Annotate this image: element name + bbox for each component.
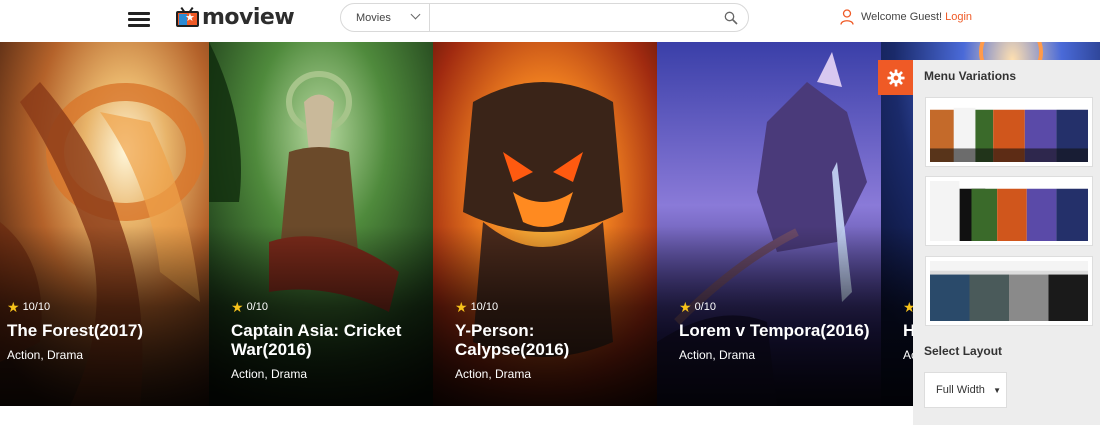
star-icon: ★ — [455, 299, 468, 315]
star-icon: ★ — [231, 299, 244, 315]
welcome-text: Welcome Guest! — [861, 11, 943, 23]
movie-genres: Action, Drama — [7, 348, 84, 362]
search-input[interactable] — [432, 6, 712, 29]
movie-title[interactable]: Y-Person: Calypse(2016) — [455, 321, 649, 359]
movie-rating: ★ 0/10 — [679, 300, 873, 314]
login-link[interactable]: Login — [945, 11, 972, 23]
rating-value: 10/10 — [470, 301, 499, 313]
movie-card-info: ★ 10/10 The Forest(2017) Action, Drama — [7, 300, 201, 362]
movie-title[interactable]: Captain Asia: Cricket War(2016) — [231, 321, 425, 359]
site-logo[interactable]: ★ moview — [176, 3, 295, 31]
settings-toggle-button[interactable] — [878, 60, 913, 95]
caret-down-icon: ▼ — [993, 386, 1001, 395]
chevron-down-icon — [410, 9, 421, 20]
menu-variation-2-thumbnail[interactable] — [925, 176, 1093, 246]
movie-genres: Action, Drama — [231, 367, 308, 381]
movie-card[interactable]: ★ 10/10 The Forest(2017) Action, Drama — [0, 42, 209, 406]
user-icon — [840, 9, 854, 25]
menu-variation-3-thumbnail[interactable] — [925, 256, 1093, 326]
movie-card[interactable]: ★ 0/10 Captain Asia: Cricket War(2016) A… — [209, 42, 433, 406]
search-bar: Movies — [340, 3, 749, 32]
select-layout-heading: Select Layout — [924, 344, 1003, 358]
menu-variations-heading: Menu Variations — [924, 69, 1017, 83]
layout-select[interactable]: Full Width ▼ — [924, 372, 1007, 408]
movie-card-info: ★ 10/10 Y-Person: Calypse(2016) Action, … — [455, 300, 649, 381]
movie-card-info: ★ 0/10 Captain Asia: Cricket War(2016) A… — [231, 300, 425, 381]
menu-variation-1-thumbnail[interactable] — [925, 97, 1093, 167]
movie-card[interactable]: ★ 10/10 Y-Person: Calypse(2016) Action, … — [433, 42, 657, 406]
movie-title[interactable]: The Forest(2017) — [7, 321, 201, 340]
movie-genres: Action, Drama — [679, 348, 756, 362]
search-category-select[interactable]: Movies — [341, 4, 430, 31]
rating-value: 0/10 — [694, 301, 716, 313]
hamburger-menu-icon[interactable] — [128, 9, 152, 31]
movie-rating: ★ 10/10 — [7, 300, 201, 314]
movie-rating: ★ 10/10 — [455, 300, 649, 314]
user-area: Welcome Guest! Login — [840, 8, 972, 26]
logo-text: moview — [202, 4, 295, 30]
site-header: ★ moview Movies Welcome Guest! Login — [0, 0, 1100, 42]
rating-value: 0/10 — [246, 301, 268, 313]
layout-select-value: Full Width — [936, 384, 985, 396]
rating-value: 10/10 — [22, 301, 51, 313]
movie-rating: ★ 0/10 — [231, 300, 425, 314]
star-icon: ★ — [679, 299, 692, 315]
tv-logo-icon: ★ — [176, 6, 200, 27]
search-icon[interactable] — [724, 11, 738, 25]
movie-title[interactable]: Lorem v Tempora(2016) — [679, 321, 873, 340]
search-category-value: Movies — [356, 11, 391, 24]
movie-card[interactable]: ★ 0/10 Lorem v Tempora(2016) Action, Dra… — [657, 42, 881, 406]
movie-card-info: ★ 0/10 Lorem v Tempora(2016) Action, Dra… — [679, 300, 873, 362]
movie-genres: Action, Drama — [455, 367, 532, 381]
star-icon: ★ — [7, 299, 20, 315]
gear-icon — [886, 68, 905, 87]
settings-panel: Menu Variations Select Layout Full Width… — [913, 60, 1100, 425]
